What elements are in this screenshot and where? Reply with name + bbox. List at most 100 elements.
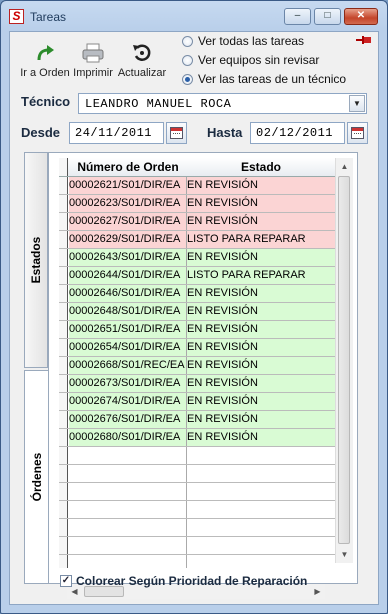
- table-row[interactable]: 00002621/S01/DIR/EA EN REVISIÓN: [59, 177, 335, 195]
- cell-orden[interactable]: 00002623/S01/DIR/EA: [69, 195, 187, 212]
- cell-orden[interactable]: 00002651/S01/DIR/EA: [69, 321, 187, 338]
- scroll-down-icon[interactable]: ▼: [336, 546, 353, 563]
- tab-ordenes[interactable]: Órdenes: [24, 370, 48, 584]
- cell-estado[interactable]: EN REVISIÓN: [187, 375, 335, 392]
- table-row[interactable]: [59, 501, 335, 519]
- table-row[interactable]: [59, 555, 335, 568]
- cell-estado[interactable]: [187, 537, 335, 554]
- cell-orden[interactable]: 00002648/S01/DIR/EA: [69, 303, 187, 320]
- table-row[interactable]: 00002627/S01/DIR/EA EN REVISIÓN: [59, 213, 335, 231]
- cell-orden[interactable]: [69, 519, 187, 536]
- cell-orden[interactable]: 00002627/S01/DIR/EA: [69, 213, 187, 230]
- radio-dot: [182, 36, 193, 47]
- chevron-down-icon[interactable]: ▼: [349, 95, 365, 112]
- cell-estado[interactable]: [187, 501, 335, 518]
- table-row[interactable]: 00002668/S01/REC/EA EN REVISIÓN: [59, 357, 335, 375]
- tab-estados[interactable]: Estados: [24, 152, 48, 368]
- pin-icon[interactable]: [356, 34, 372, 48]
- cell-orden[interactable]: 00002629/S01/DIR/EA: [69, 231, 187, 248]
- cell-orden[interactable]: 00002643/S01/DIR/EA: [69, 249, 187, 266]
- cell-orden[interactable]: 00002654/S01/DIR/EA: [69, 339, 187, 356]
- table-row[interactable]: 00002654/S01/DIR/EA EN REVISIÓN: [59, 339, 335, 357]
- cell-estado[interactable]: EN REVISIÓN: [187, 411, 335, 428]
- actualizar-button[interactable]: Actualizar: [116, 42, 168, 79]
- table-row[interactable]: [59, 483, 335, 501]
- cell-orden[interactable]: 00002673/S01/DIR/EA: [69, 375, 187, 392]
- table-row[interactable]: 00002646/S01/DIR/EA EN REVISIÓN: [59, 285, 335, 303]
- table-row[interactable]: [59, 519, 335, 537]
- table-row[interactable]: [59, 447, 335, 465]
- cell-estado[interactable]: EN REVISIÓN: [187, 195, 335, 212]
- cell-estado[interactable]: [187, 483, 335, 500]
- table-row[interactable]: 00002629/S01/DIR/EA LISTO PARA REPARAR: [59, 231, 335, 249]
- cell-orden[interactable]: 00002621/S01/DIR/EA: [69, 177, 187, 194]
- table-row[interactable]: 00002648/S01/DIR/EA EN REVISIÓN: [59, 303, 335, 321]
- cell-estado[interactable]: EN REVISIÓN: [187, 213, 335, 230]
- ir-a-orden-button[interactable]: Ir a Orden: [20, 42, 70, 79]
- cell-orden[interactable]: [69, 447, 187, 464]
- cell-estado[interactable]: EN REVISIÓN: [187, 321, 335, 338]
- maximize-button[interactable]: □: [314, 8, 341, 25]
- row-indicator: [59, 249, 68, 266]
- cell-estado[interactable]: EN REVISIÓN: [187, 249, 335, 266]
- cell-orden[interactable]: [69, 555, 187, 568]
- cell-estado[interactable]: EN REVISIÓN: [187, 339, 335, 356]
- close-button[interactable]: ✕: [344, 8, 378, 25]
- column-header-orden[interactable]: Número de Orden: [69, 160, 187, 174]
- cell-estado[interactable]: [187, 447, 335, 464]
- minimize-button[interactable]: –: [284, 8, 311, 25]
- scroll-thumb[interactable]: [338, 176, 350, 544]
- scroll-right-icon[interactable]: ▶: [310, 584, 325, 599]
- table-row[interactable]: 00002623/S01/DIR/EA EN REVISIÓN: [59, 195, 335, 213]
- cell-orden[interactable]: 00002676/S01/DIR/EA: [69, 411, 187, 428]
- cell-estado[interactable]: EN REVISIÓN: [187, 393, 335, 410]
- tecnico-select[interactable]: LEANDRO MANUEL ROCA ▼: [78, 93, 367, 114]
- radio-dot-selected: [182, 74, 193, 85]
- desde-calendar-button[interactable]: [166, 122, 187, 144]
- table-row[interactable]: 00002651/S01/DIR/EA EN REVISIÓN: [59, 321, 335, 339]
- imprimir-button[interactable]: Imprimir: [72, 42, 114, 79]
- cell-estado[interactable]: [187, 519, 335, 536]
- table-row[interactable]: 00002673/S01/DIR/EA EN REVISIÓN: [59, 375, 335, 393]
- cell-orden[interactable]: [69, 537, 187, 554]
- colorear-checkbox[interactable]: ✓ Colorear Según Prioridad de Reparación: [60, 574, 307, 588]
- table-row[interactable]: 00002643/S01/DIR/EA EN REVISIÓN: [59, 249, 335, 267]
- vertical-scrollbar[interactable]: ▲ ▼: [335, 158, 353, 563]
- row-indicator: [59, 231, 68, 248]
- radio-ver-todas[interactable]: Ver todas las tareas: [180, 34, 346, 53]
- cell-estado[interactable]: EN REVISIÓN: [187, 285, 335, 302]
- table-row[interactable]: 00002676/S01/DIR/EA EN REVISIÓN: [59, 411, 335, 429]
- hasta-date-field[interactable]: 02/12/2011: [250, 122, 345, 144]
- ordenes-grid[interactable]: Número de Orden Estado 00002621/S01/DIR/…: [59, 158, 335, 568]
- cell-orden[interactable]: [69, 465, 187, 482]
- column-header-estado[interactable]: Estado: [187, 160, 335, 174]
- radio-ver-tecnico[interactable]: Ver las tareas de un técnico: [180, 72, 346, 91]
- cell-estado[interactable]: [187, 465, 335, 482]
- row-indicator: [59, 158, 68, 176]
- cell-estado[interactable]: EN REVISIÓN: [187, 429, 335, 446]
- cell-orden[interactable]: 00002644/S01/DIR/EA: [69, 267, 187, 284]
- scroll-up-icon[interactable]: ▲: [336, 158, 353, 175]
- table-row[interactable]: 00002644/S01/DIR/EA LISTO PARA REPARAR: [59, 267, 335, 285]
- table-row[interactable]: [59, 537, 335, 555]
- cell-estado[interactable]: [187, 555, 335, 568]
- cell-estado[interactable]: EN REVISIÓN: [187, 177, 335, 194]
- cell-orden[interactable]: 00002674/S01/DIR/EA: [69, 393, 187, 410]
- table-row[interactable]: 00002680/S01/DIR/EA EN REVISIÓN: [59, 429, 335, 447]
- hasta-calendar-button[interactable]: [347, 122, 368, 144]
- radio-ver-equipos[interactable]: Ver equipos sin revisar: [180, 53, 346, 72]
- desde-date-field[interactable]: 24/11/2011: [69, 122, 164, 144]
- title-bar[interactable]: S Tareas – □ ✕: [1, 1, 387, 31]
- cell-estado[interactable]: LISTO PARA REPARAR: [187, 267, 335, 284]
- cell-orden[interactable]: [69, 483, 187, 500]
- cell-estado[interactable]: LISTO PARA REPARAR: [187, 231, 335, 248]
- cell-estado[interactable]: EN REVISIÓN: [187, 303, 335, 320]
- cell-orden[interactable]: [69, 501, 187, 518]
- cell-estado[interactable]: EN REVISIÓN: [187, 357, 335, 374]
- cell-orden[interactable]: 00002646/S01/DIR/EA: [69, 285, 187, 302]
- cell-orden[interactable]: 00002668/S01/REC/EA: [69, 357, 187, 374]
- checkbox-check-icon[interactable]: ✓: [60, 575, 72, 587]
- cell-orden[interactable]: 00002680/S01/DIR/EA: [69, 429, 187, 446]
- table-row[interactable]: 00002674/S01/DIR/EA EN REVISIÓN: [59, 393, 335, 411]
- table-row[interactable]: [59, 465, 335, 483]
